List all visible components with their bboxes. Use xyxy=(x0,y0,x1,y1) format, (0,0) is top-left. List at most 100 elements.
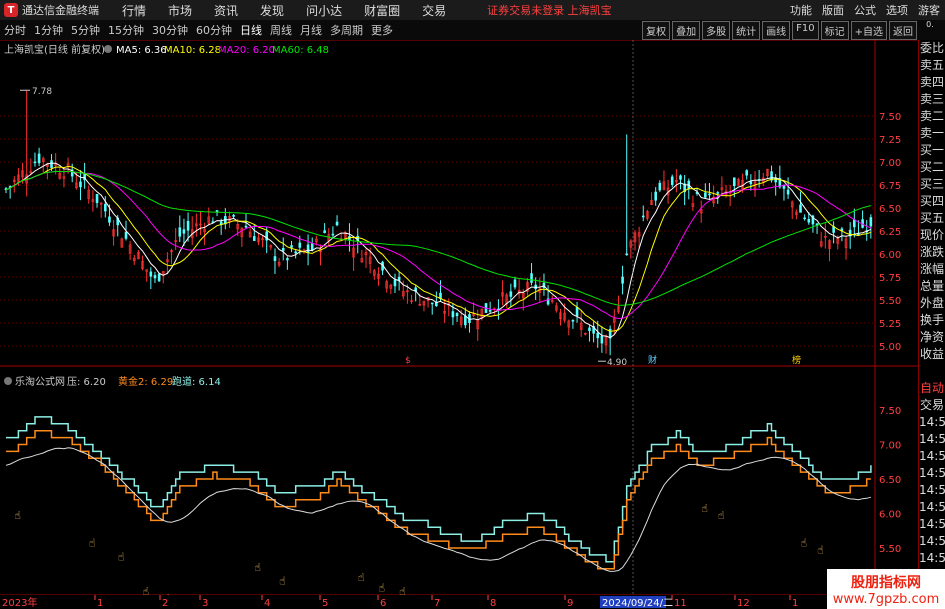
date-label: 9 xyxy=(567,598,573,609)
menu-item-1[interactable]: 市场 xyxy=(168,4,192,18)
candle-body xyxy=(654,191,657,201)
candle-body xyxy=(745,170,749,176)
candle-body xyxy=(186,220,190,231)
date-label: 11 xyxy=(674,598,687,609)
right-panel-item-5[interactable]: 卖一 xyxy=(919,125,945,142)
title-right-item-1[interactable]: 版面 xyxy=(822,2,844,18)
right-panel-item-2[interactable]: 卖四 xyxy=(919,74,945,91)
menu-item-3[interactable]: 发现 xyxy=(260,4,284,18)
right-panel-item-21[interactable]: 交易 xyxy=(919,397,945,414)
right-panel-item-26[interactable]: 14:56 xyxy=(919,482,945,499)
period-tab-4[interactable]: 30分钟 xyxy=(152,22,188,38)
right-panel-item-30[interactable]: 14:56 xyxy=(919,550,945,567)
right-panel-item-27[interactable]: 14:56 xyxy=(919,499,945,516)
tool-button-7[interactable]: +自选 xyxy=(850,21,887,40)
tool-button-4[interactable]: 画线 xyxy=(762,21,791,40)
main-menu: 行情 市场 资讯 发现 问小达 财富圈 交易 xyxy=(111,2,457,19)
main-header-name: 上海凯宝(日线 前复权) xyxy=(4,43,105,56)
tool-button-8[interactable]: 返回 xyxy=(889,21,917,40)
right-panel-item-1[interactable]: 卖五 xyxy=(919,57,945,74)
period-tab-8[interactable]: 月线 xyxy=(300,22,322,38)
menu-item-0[interactable]: 行情 xyxy=(122,4,146,18)
right-panel-item-7[interactable]: 买二 xyxy=(919,159,945,176)
title-right-item-3[interactable]: 选项 xyxy=(886,2,908,18)
sub-axis-tick: 7.50 xyxy=(879,406,901,417)
hand-pointer-icon: ☝ xyxy=(801,537,808,550)
candle-body xyxy=(733,177,736,187)
candle-body xyxy=(286,258,289,261)
right-panel-item-6[interactable]: 买一 xyxy=(919,142,945,159)
right-panel-item-15[interactable]: 外盘 xyxy=(919,295,945,312)
menu-item-5[interactable]: 财富圈 xyxy=(364,4,400,18)
right-panel-item-4[interactable]: 卖二 xyxy=(919,108,945,125)
tool-button-0[interactable]: 复权 xyxy=(642,21,671,40)
candle-body xyxy=(749,181,753,185)
settings-icon xyxy=(4,377,12,385)
title-right-item-0[interactable]: 功能 xyxy=(790,2,812,18)
period-tab-10[interactable]: 更多 xyxy=(371,22,393,38)
sub-axis-tick: 6.00 xyxy=(879,510,901,521)
hand-pointer-icon: ☝ xyxy=(378,581,385,594)
tool-button-5[interactable]: F10 xyxy=(792,21,819,40)
date-axis-start: 2023年 xyxy=(2,596,37,609)
title-right-item-2[interactable]: 公式 xyxy=(854,2,876,18)
ma60-line xyxy=(5,170,872,306)
right-panel-item-0[interactable]: 委比 xyxy=(919,40,945,57)
main-axis-tick: 5.75 xyxy=(879,273,901,284)
period-tab-5[interactable]: 60分钟 xyxy=(196,22,232,38)
menu-item-6[interactable]: 交易 xyxy=(422,4,446,18)
right-panel-item-29[interactable]: 14:56 xyxy=(919,533,945,550)
candle-body xyxy=(153,275,157,279)
right-panel-item-9[interactable]: 买四 xyxy=(919,193,945,210)
kline-chart[interactable]: 7.50 7.25 7.00 6.75 6.50 6.25 6.00 5.75 5.50 5.25… xyxy=(0,40,920,609)
period-tab-2[interactable]: 5分钟 xyxy=(71,22,100,38)
right-panel-item-24[interactable]: 14:56 xyxy=(919,448,945,465)
tool-button-2[interactable]: 多股 xyxy=(702,21,731,40)
candle-body xyxy=(786,189,790,195)
low-label: 4.90 xyxy=(607,358,627,368)
right-panel-item-16[interactable]: 换手 xyxy=(919,312,945,329)
right-panel-item-3[interactable]: 卖三 xyxy=(919,91,945,108)
date-cursor-label: 2024/09/24/二 xyxy=(602,598,673,609)
login-warning[interactable]: 证券交易未登录 上海凯宝 xyxy=(487,2,612,18)
period-tab-7[interactable]: 周线 xyxy=(270,22,292,38)
tool-button-1[interactable]: 叠加 xyxy=(672,21,701,40)
right-panel-item-14[interactable]: 总量 xyxy=(919,278,945,295)
tool-button-3[interactable]: 统计 xyxy=(732,21,761,40)
date-label: 1 xyxy=(792,598,798,609)
right-panel-item-8[interactable]: 买三 xyxy=(919,176,945,193)
date-label: 8 xyxy=(490,598,496,609)
tool-button-6[interactable]: 标记 xyxy=(820,21,849,40)
right-panel-item-19[interactable] xyxy=(919,363,945,380)
right-panel-item-23[interactable]: 14:56 xyxy=(919,431,945,448)
right-panel-item-18[interactable]: 收益 xyxy=(919,346,945,363)
right-panel-item-20[interactable]: 自动 xyxy=(919,380,945,397)
candle-body xyxy=(124,232,128,239)
right-panel-item-22[interactable]: 14:56 xyxy=(919,414,945,431)
candle-body xyxy=(869,217,873,227)
huangjin-label: 黄金2: 6.29 xyxy=(118,375,173,388)
title-right-menu: 功能 版面 公式 选项 游客 xyxy=(785,0,945,20)
ma10-label: MA10: 6.28 xyxy=(164,45,221,56)
right-panel-item-10[interactable]: 买五 xyxy=(919,210,945,227)
app-logo-icon: T xyxy=(4,3,18,17)
right-panel-item-25[interactable]: 14:56 xyxy=(919,465,945,482)
menu-item-4[interactable]: 问小达 xyxy=(306,4,342,18)
paodao-label: 跑道: 6.14 xyxy=(172,375,221,388)
right-panel-item-13[interactable]: 涨幅 xyxy=(919,261,945,278)
menu-item-2[interactable]: 资讯 xyxy=(214,4,238,18)
period-tab-1[interactable]: 1分钟 xyxy=(34,22,63,38)
right-panel-item-11[interactable]: 现价 xyxy=(919,227,945,244)
right-panel-item-12[interactable]: 涨跌 xyxy=(919,244,945,261)
right-panel-item-28[interactable]: 14:56 xyxy=(919,516,945,533)
period-tab-9[interactable]: 多周期 xyxy=(330,22,363,38)
date-label: 5 xyxy=(322,598,328,609)
period-tab-0[interactable]: 分时 xyxy=(4,22,26,38)
period-tab-6[interactable]: 日线 xyxy=(240,22,262,38)
candle-body xyxy=(670,176,674,185)
title-right-item-4[interactable]: 游客 xyxy=(918,2,940,18)
candle-body xyxy=(571,319,575,322)
ya-label: 压: 6.20 xyxy=(67,376,106,388)
right-panel-item-17[interactable]: 净资 xyxy=(919,329,945,346)
period-tab-3[interactable]: 15分钟 xyxy=(108,22,144,38)
